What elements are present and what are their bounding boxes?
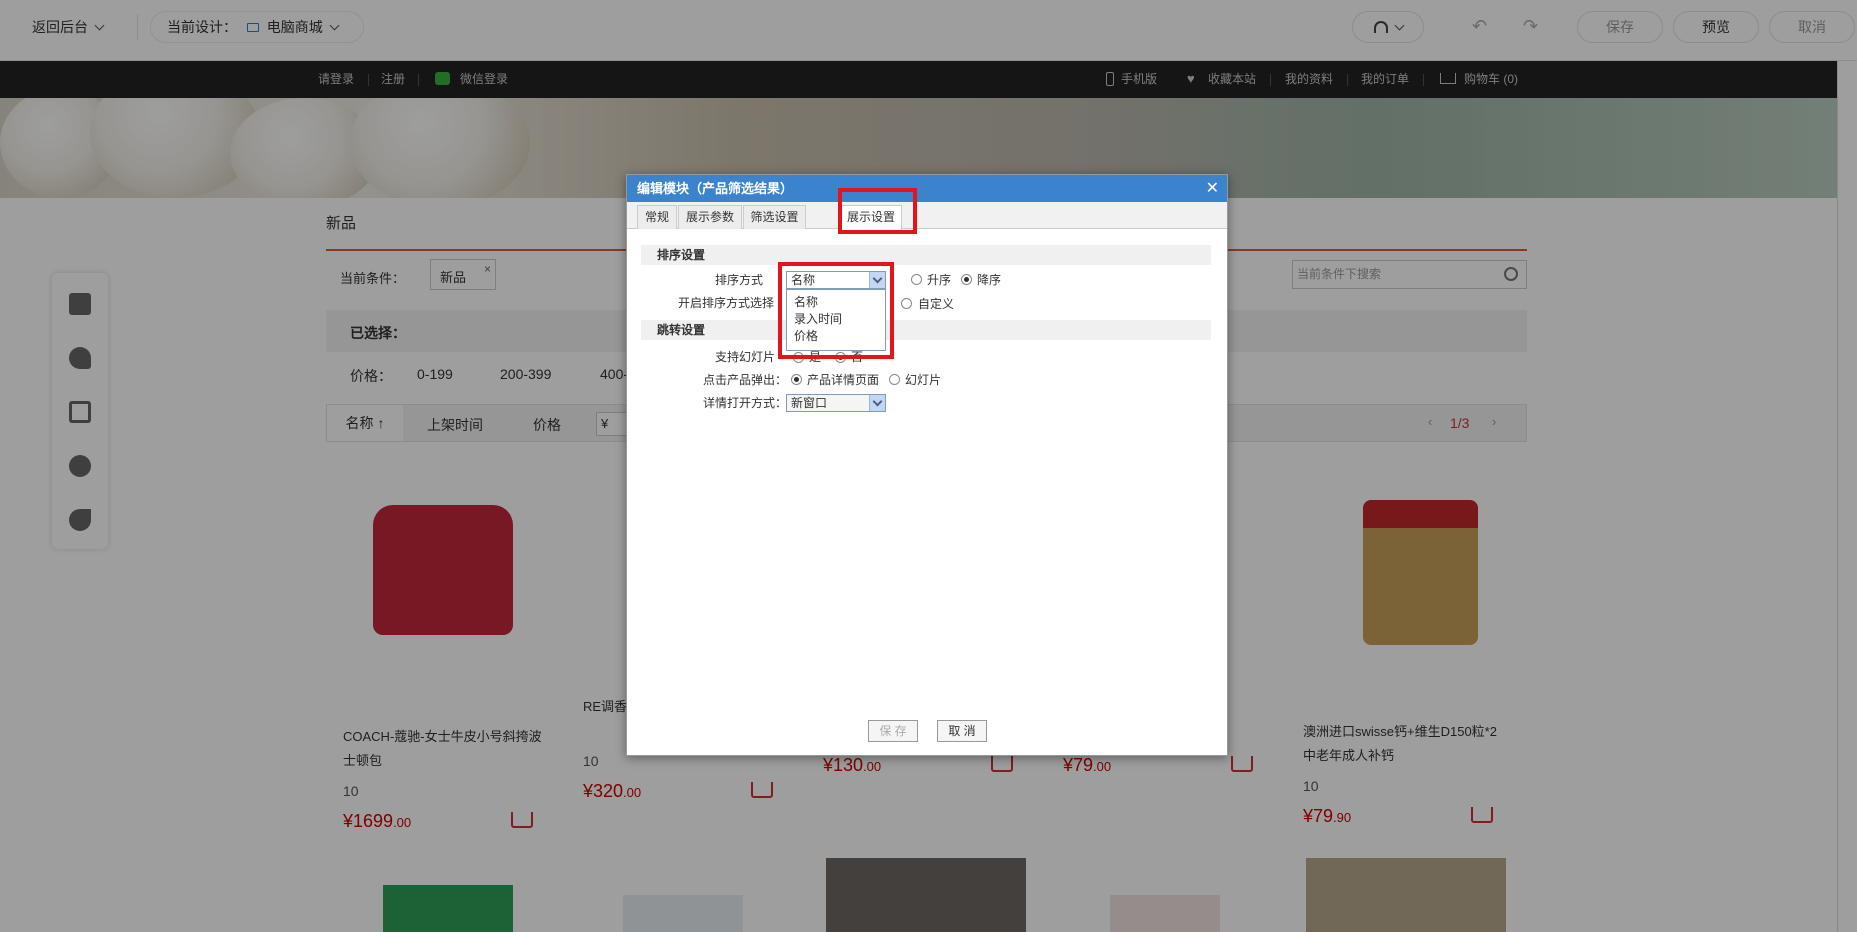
- sort-method-label: 排序方式: [715, 273, 764, 287]
- custom-radio[interactable]: [901, 298, 912, 309]
- detail-page-label: 产品详情页面: [807, 373, 880, 387]
- sort-settings-section: 排序设置: [641, 245, 1211, 265]
- open-mode-select[interactable]: 新窗口: [786, 394, 886, 412]
- open-mode-label: 详情打开方式：: [703, 396, 788, 410]
- custom-label: 自定义: [918, 297, 955, 311]
- highlight-box-tab: [838, 188, 917, 234]
- close-icon[interactable]: ✕: [1206, 175, 1219, 202]
- dialog-cancel-button[interactable]: 取 消: [937, 720, 987, 742]
- asc-label: 升序: [927, 273, 952, 287]
- asc-radio[interactable]: [911, 274, 922, 285]
- click-popup-label: 点击产品弹出：: [703, 373, 788, 387]
- chevron-down-icon[interactable]: [869, 395, 885, 411]
- dialog-tabs: 常规 展示参数 筛选设置 展示设置: [627, 202, 1227, 230]
- desc-radio[interactable]: [961, 274, 972, 285]
- slideshow-option-label: 幻灯片: [905, 373, 942, 387]
- slideshow-radio[interactable]: [889, 374, 900, 385]
- highlight-box-dropdown: [778, 262, 894, 359]
- tab-filter-settings[interactable]: 筛选设置: [743, 205, 806, 229]
- enable-sort-label: 开启排序方式选择: [678, 296, 775, 310]
- desc-label: 降序: [977, 273, 1002, 287]
- edit-module-dialog: 编辑模块（产品筛选结果） ✕ 常规 展示参数 筛选设置 展示设置 排序设置 排序…: [626, 174, 1228, 756]
- slideshow-support-label: 支持幻灯片: [715, 350, 776, 364]
- jump-settings-section: 跳转设置: [641, 320, 1211, 340]
- tab-display-params[interactable]: 展示参数: [678, 205, 742, 229]
- tab-general[interactable]: 常规: [637, 205, 677, 229]
- detail-page-radio[interactable]: [791, 374, 802, 385]
- dialog-title: 编辑模块（产品筛选结果）: [627, 175, 1227, 202]
- open-mode-value: 新窗口: [791, 396, 828, 410]
- dialog-save-button[interactable]: 保 存: [868, 720, 918, 742]
